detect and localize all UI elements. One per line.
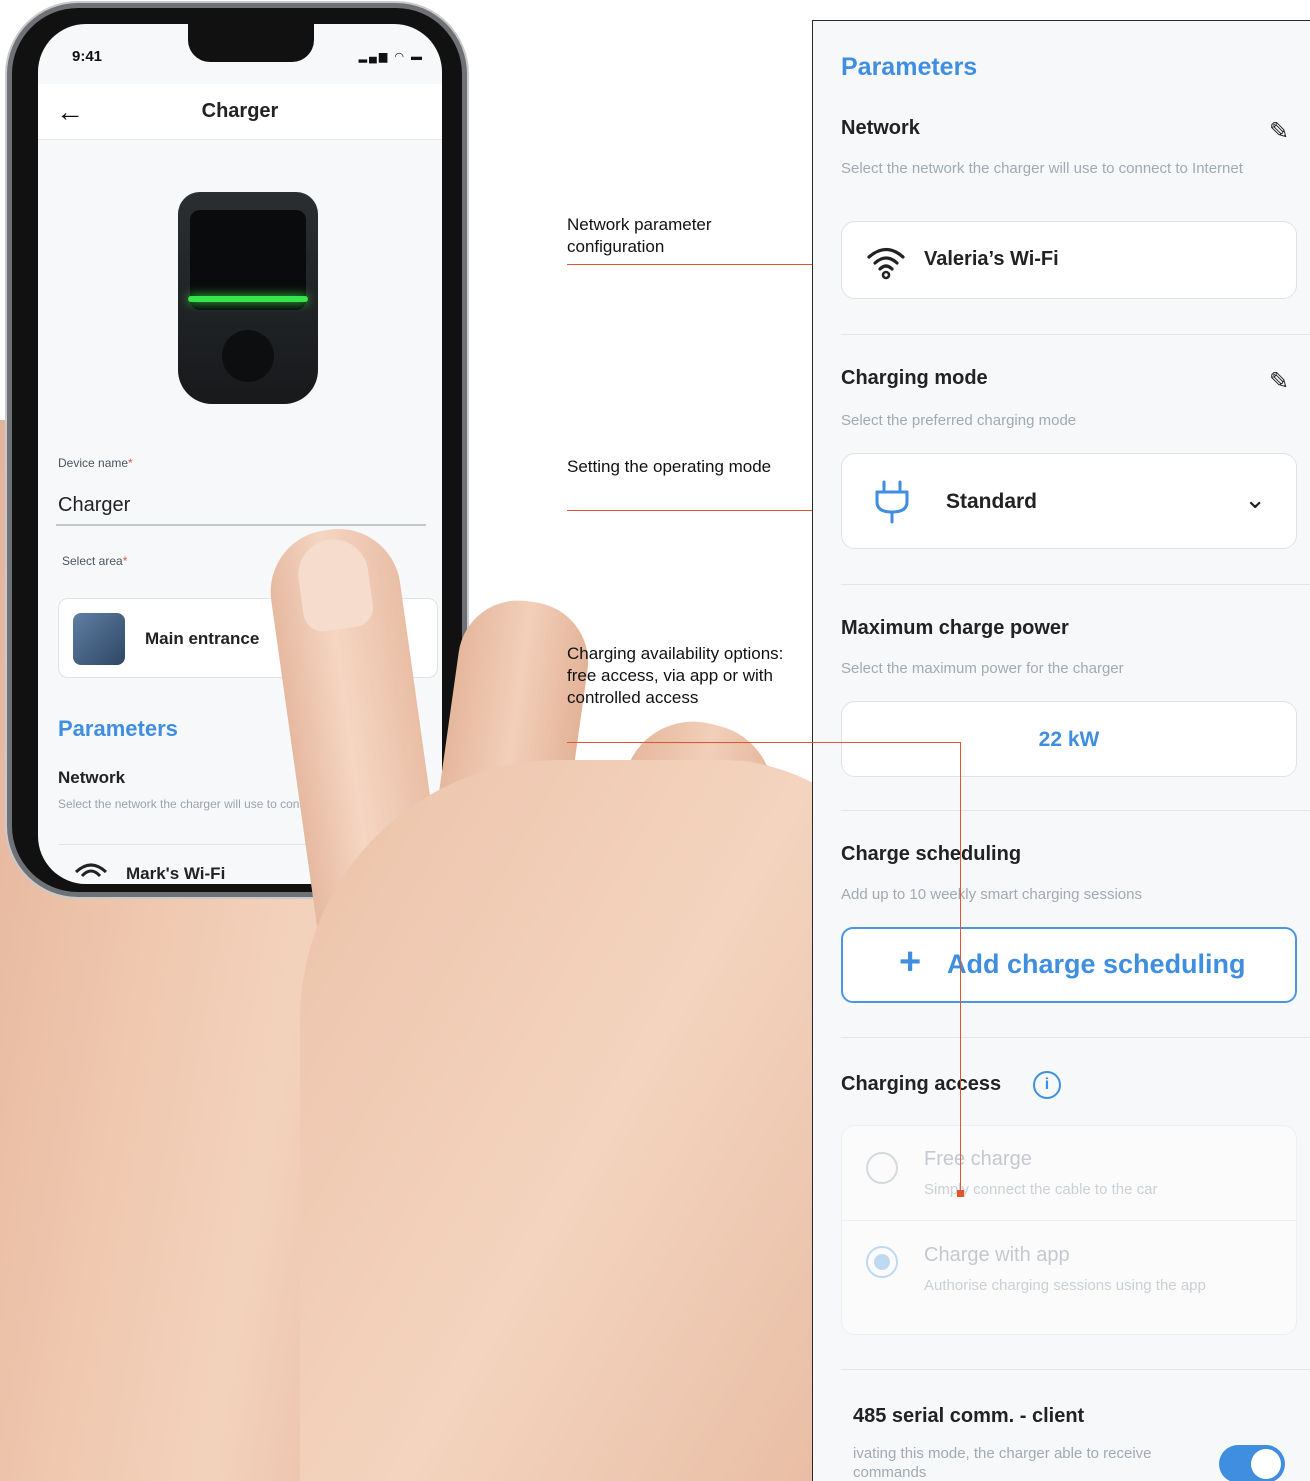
max-power-input[interactable]: 22 kW [841,701,1297,777]
parameters-title: Parameters [58,716,178,741]
annotation-access: Charging availability options: free acce… [567,644,784,708]
pencil-icon[interactable]: ✎ [1269,117,1289,146]
network-value: Valeria’s Wi-Fi [924,248,1059,270]
radio-free-charge[interactable] [866,1152,898,1184]
area-thumbnail [73,613,125,665]
annotation-line [960,742,961,1194]
charging-access-options: Free charge Simply connect the cable to … [841,1125,1297,1335]
panel-title: Parameters [841,53,978,81]
charger-socket [222,330,274,382]
pencil-icon[interactable]: ✎ [1269,367,1289,396]
option-title: Charge with app [924,1244,1070,1266]
annotation-line [567,742,961,743]
status-time: 9:41 [72,48,103,65]
charging-access-title: Charging access [841,1073,1002,1095]
info-icon[interactable]: i [1033,1071,1061,1099]
parameters-panel: Parameters Network ✎ Select the network … [812,20,1310,1481]
divider [842,1220,1296,1221]
charger-image [178,192,318,404]
scheduling-title: Charge scheduling [841,843,1022,865]
network-description: Select the network the charger will use … [841,160,1243,177]
max-power-description: Select the maximum power for the charger [841,660,1124,677]
charger-led [188,296,308,302]
max-power-value: 22 kW [1038,728,1100,751]
charging-mode-title: Charging mode [841,367,988,389]
toggle-knob [1251,1449,1281,1479]
select-area-label: Select area* [62,554,128,568]
input-underline [56,524,426,526]
area-select-value: Main entrance [145,629,260,648]
serial-toggle[interactable] [1219,1445,1285,1481]
network-title: Network [841,117,920,139]
status-icons: ▂▄▆ ◠ ▬ [358,51,424,63]
page-title: Charger [201,100,279,122]
divider [841,1037,1310,1038]
device-name-label: Device name* [58,456,133,470]
annotation-line [567,264,853,265]
wifi-icon [74,863,108,878]
network-title: Network [58,768,126,787]
serial-title: 485 serial comm. - client [853,1405,1085,1427]
annotation-dot [957,1190,964,1197]
max-power-title: Maximum charge power [841,617,1069,639]
charging-mode-select[interactable]: Standard ⌄ [841,453,1297,549]
scheduling-description: Add up to 10 weekly smart charging sessi… [841,886,1142,903]
divider [841,810,1310,811]
divider [841,584,1310,585]
option-description: Simply connect the cable to the car [924,1181,1158,1198]
add-schedule-label: Add charge scheduling [947,949,1246,979]
charging-mode-value: Standard [946,490,1038,513]
divider [841,1369,1310,1370]
option-description: Authorise charging sessions using the ap… [924,1277,1206,1294]
chevron-down-icon: ⌄ [1244,484,1266,514]
add-schedule-button[interactable]: + Add charge scheduling [841,927,1297,1003]
serial-description: ivating this mode, the charger able to r… [853,1445,1152,1481]
annotation-network: Network parameter configuration [567,215,712,257]
device-name-input[interactable]: Charger [58,494,130,517]
app-header: ← Charger [38,84,442,140]
network-value[interactable]: Mark's Wi-Fi [126,864,225,884]
plus-icon: + [899,941,922,983]
divider [841,334,1310,335]
annotation-mode: Setting the operating mode [567,457,772,476]
radio-charge-with-app[interactable] [866,1246,898,1278]
phone-notch [188,24,314,62]
network-select[interactable]: Valeria’s Wi-Fi [841,221,1297,299]
plug-icon [875,480,909,524]
wifi-icon [867,247,905,280]
charging-mode-description: Select the preferred charging mode [841,412,1077,429]
option-title: Free charge [924,1148,1032,1170]
